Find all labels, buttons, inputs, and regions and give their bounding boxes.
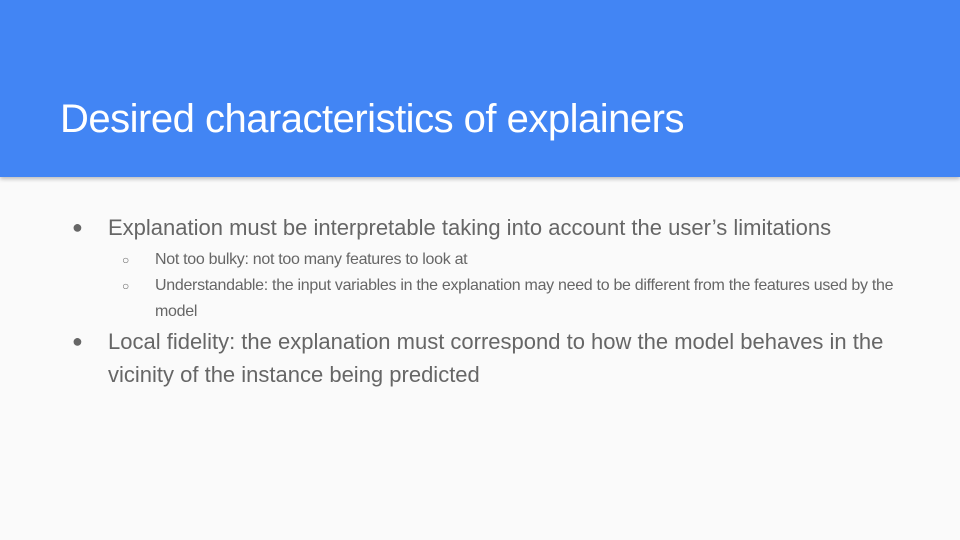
sub-bullet-text: Understandable: the input variables in t…	[155, 277, 894, 320]
bullet-list: ● Explanation must be interpretable taki…	[0, 211, 960, 391]
bullet-item: ● Explanation must be interpretable taki…	[72, 211, 908, 244]
bullet-item: ● Local fidelity: the explanation must c…	[72, 325, 908, 391]
bullet-icon: ●	[72, 217, 83, 237]
sub-bullet-item: ○ Understandable: the input variables in…	[122, 273, 895, 325]
title-banner: Desired characteristics of explainers	[0, 0, 960, 177]
sub-bullet-icon: ○	[122, 279, 129, 293]
bullet-icon: ●	[72, 331, 83, 351]
sub-bullet-icon: ○	[122, 253, 129, 267]
sub-bullet-item: ○ Not too bulky: not too many features t…	[122, 247, 895, 273]
sub-bullet-text: Not too bulky: not too many features to …	[155, 251, 468, 268]
bullet-text: Explanation must be interpretable taking…	[108, 215, 832, 240]
bullet-text: Local fidelity: the explanation must cor…	[108, 329, 884, 387]
slide-title: Desired characteristics of explainers	[60, 97, 684, 141]
